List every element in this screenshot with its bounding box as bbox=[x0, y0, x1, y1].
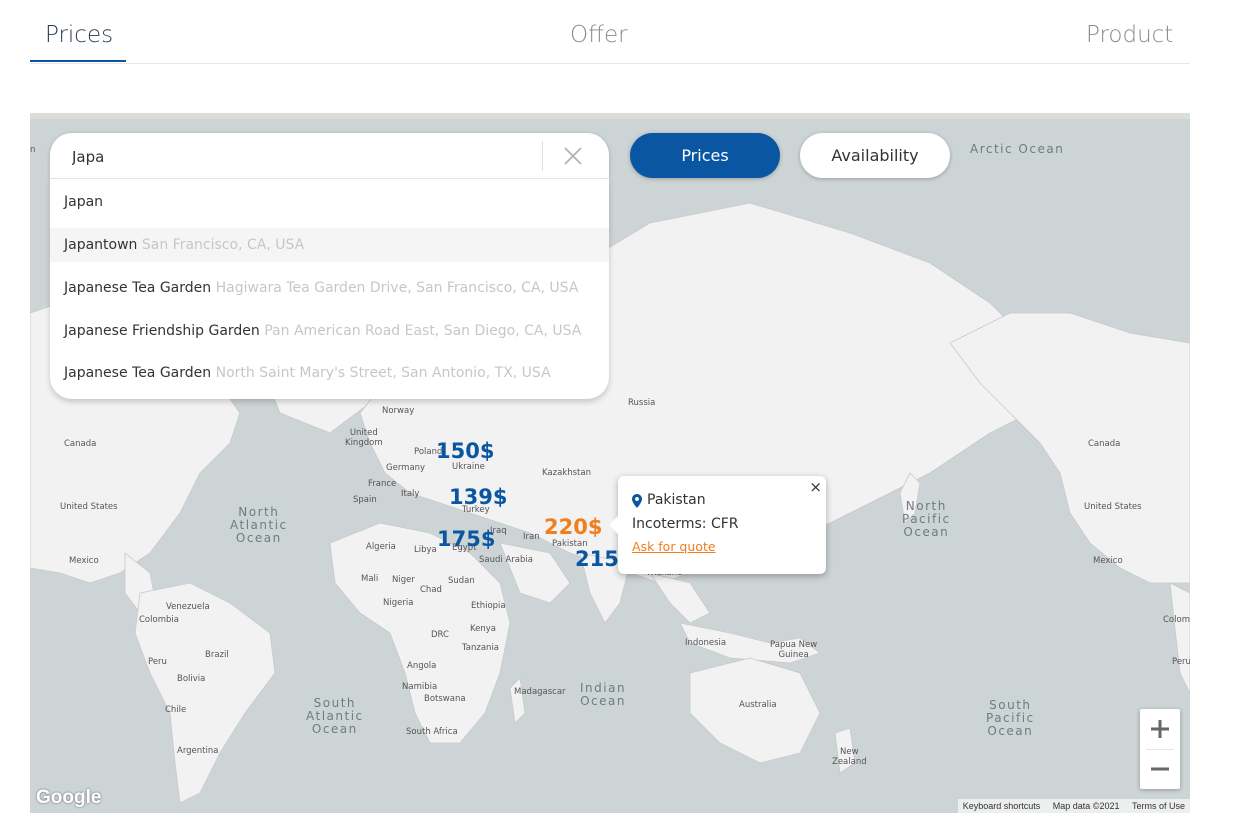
suggestion-sub: Pan American Road East, San Diego, CA, U… bbox=[264, 323, 582, 339]
label-chad: Chad bbox=[420, 585, 442, 595]
label-peru: Peru bbox=[148, 657, 167, 667]
label-australia: Australia bbox=[739, 700, 777, 710]
zoom-in-icon[interactable] bbox=[1140, 709, 1180, 749]
keyboard-shortcuts-link[interactable]: Keyboard shortcuts bbox=[958, 801, 1046, 811]
suggestion-sub: North Saint Mary's Street, San Antonio, … bbox=[215, 365, 551, 381]
label-chile: Chile bbox=[165, 705, 187, 715]
label-ukraine: Ukraine bbox=[452, 462, 485, 472]
label-us-right: United States bbox=[1084, 502, 1142, 512]
label-canada-left: Canada bbox=[64, 439, 97, 449]
label-north-pacific: North Pacific Ocean bbox=[902, 499, 951, 539]
google-logo: Google bbox=[36, 787, 102, 808]
suggestion-sub: Hagiwara Tea Garden Drive, San Francisco… bbox=[215, 280, 579, 296]
label-ethiopia: Ethiopia bbox=[471, 601, 506, 611]
location-pin-icon bbox=[632, 494, 642, 508]
map-attribution: Keyboard shortcuts Map data ©2021 Terms … bbox=[957, 799, 1190, 813]
label-brazil: Brazil bbox=[205, 650, 229, 660]
label-arctic-ocean: Arctic Ocean bbox=[970, 142, 1065, 156]
label-indian-ocean: Indian Ocean bbox=[580, 681, 627, 708]
label-new-zealand: New Zealand bbox=[832, 747, 867, 767]
suggestion-item[interactable]: Japanese Friendship Garden Pan American … bbox=[50, 314, 609, 348]
label-peru-right: Peru bbox=[1172, 657, 1190, 667]
label-south-pacific: South Pacific Ocean bbox=[986, 698, 1035, 738]
map-data-label: Map data ©2021 bbox=[1052, 801, 1120, 811]
label-namibia: Namibia bbox=[402, 682, 438, 692]
label-indonesia: Indonesia bbox=[685, 638, 727, 648]
suggestion-main: Japanese Tea Garden bbox=[64, 280, 212, 296]
label-edge: n bbox=[30, 145, 36, 155]
price-marker[interactable]: 175$ bbox=[437, 527, 495, 551]
prices-toggle-button[interactable]: Prices bbox=[630, 133, 780, 178]
popup-incoterms: Incoterms: CFR bbox=[632, 516, 739, 532]
label-spain: Spain bbox=[353, 495, 377, 505]
label-tanzania: Tanzania bbox=[462, 643, 500, 653]
label-sudan: Sudan bbox=[448, 576, 475, 586]
suggestion-item[interactable]: Japan bbox=[50, 185, 609, 219]
suggestion-item[interactable]: Japanese Tea Garden Hagiwara Tea Garden … bbox=[50, 271, 609, 305]
label-angola: Angola bbox=[407, 661, 437, 671]
suggestion-main: Japanese Friendship Garden bbox=[64, 323, 260, 339]
label-italy: Italy bbox=[401, 489, 420, 499]
popup-close-button[interactable]: × bbox=[809, 478, 822, 496]
suggestion-main: Japantown bbox=[64, 237, 138, 253]
tab-bar: Prices Offer Product bbox=[30, 0, 1190, 64]
zoom-control bbox=[1140, 709, 1180, 789]
label-north-atlantic: North Atlantic Ocean bbox=[230, 505, 288, 545]
label-south-africa: South Africa bbox=[406, 727, 458, 737]
label-colombia-right: Colom bbox=[1163, 615, 1190, 625]
label-kenya: Kenya bbox=[470, 624, 497, 634]
label-algeria: Algeria bbox=[366, 542, 396, 552]
label-venezuela: Venezuela bbox=[166, 602, 210, 612]
label-us-left: United States bbox=[60, 502, 118, 512]
price-marker-selected[interactable]: 220$ bbox=[544, 515, 602, 539]
tab-prices[interactable]: Prices bbox=[45, 22, 113, 48]
price-marker[interactable]: 150$ bbox=[436, 439, 494, 463]
label-united-kingdom: United Kingdom bbox=[345, 428, 383, 448]
label-papua-new-guinea: Papua New Guinea bbox=[770, 640, 818, 660]
active-tab-indicator bbox=[30, 60, 126, 62]
label-libya: Libya bbox=[414, 545, 437, 555]
label-russia: Russia bbox=[628, 398, 656, 408]
label-botswana: Botswana bbox=[424, 694, 466, 704]
terms-of-use-link[interactable]: Terms of Use bbox=[1127, 801, 1190, 811]
price-marker[interactable]: 139$ bbox=[449, 485, 507, 509]
label-madagascar: Madagascar bbox=[514, 687, 566, 697]
search-box bbox=[50, 133, 609, 180]
label-germany: Germany bbox=[386, 463, 426, 473]
label-south-atlantic: South Atlantic Ocean bbox=[306, 696, 364, 736]
search-input[interactable] bbox=[70, 133, 534, 180]
tab-offer[interactable]: Offer bbox=[570, 22, 628, 48]
label-iran: Iran bbox=[523, 532, 540, 542]
label-mexico-left: Mexico bbox=[69, 556, 99, 566]
label-bolivia: Bolivia bbox=[177, 674, 206, 684]
label-drc: DRC bbox=[431, 630, 449, 640]
availability-toggle-button[interactable]: Availability bbox=[800, 133, 950, 178]
label-mali: Mali bbox=[361, 574, 379, 584]
suggestion-sub: San Francisco, CA, USA bbox=[141, 237, 305, 253]
label-kazakhstan: Kazakhstan bbox=[542, 468, 591, 478]
label-mexico-right: Mexico bbox=[1093, 556, 1123, 566]
search-divider bbox=[542, 141, 543, 171]
label-saudi-arabia: Saudi Arabia bbox=[479, 555, 533, 565]
label-norway: Norway bbox=[382, 406, 415, 416]
tab-product[interactable]: Product bbox=[1086, 22, 1173, 48]
close-icon[interactable] bbox=[562, 145, 584, 167]
label-niger: Niger bbox=[392, 575, 415, 585]
popup-country: Pakistan bbox=[647, 492, 706, 508]
label-canada-right: Canada bbox=[1088, 439, 1121, 449]
label-france: France bbox=[368, 479, 397, 489]
info-popup: × Pakistan Incoterms: CFR Ask for quote bbox=[609, 476, 826, 574]
label-argentina: Argentina bbox=[177, 746, 219, 756]
world-map[interactable]: Arctic Ocean North Atlantic Ocean South … bbox=[30, 113, 1190, 813]
zoom-out-icon[interactable] bbox=[1140, 749, 1180, 789]
search-suggestions: Japan Japantown San Francisco, CA, USA J… bbox=[50, 178, 609, 399]
suggestion-item[interactable]: Japantown San Francisco, CA, USA bbox=[50, 228, 609, 262]
suggestion-main: Japanese Tea Garden bbox=[64, 365, 212, 381]
label-colombia: Colombia bbox=[139, 615, 179, 625]
suggestion-item[interactable]: Japanese Tea Garden North Saint Mary's S… bbox=[50, 356, 609, 390]
suggestion-main: Japan bbox=[64, 194, 104, 210]
label-nigeria: Nigeria bbox=[383, 598, 414, 608]
ask-for-quote-link[interactable]: Ask for quote bbox=[632, 539, 716, 554]
